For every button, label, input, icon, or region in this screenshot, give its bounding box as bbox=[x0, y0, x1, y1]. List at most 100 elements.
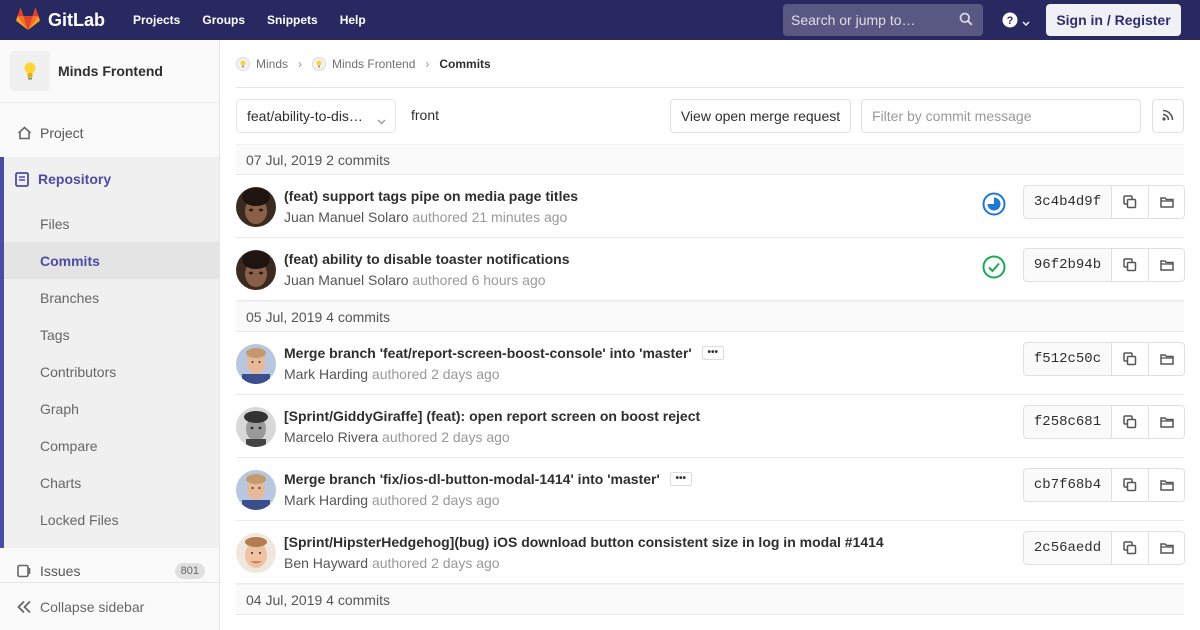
copy-sha-button[interactable] bbox=[1112, 468, 1149, 502]
commit-meta: Mark Harding authored 2 days ago bbox=[284, 492, 500, 508]
commit-title[interactable]: Merge branch 'fix/ios-dl-button-modal-14… bbox=[284, 471, 692, 487]
help-dropdown[interactable]: ? bbox=[1002, 12, 1030, 31]
path-label: front bbox=[411, 107, 440, 123]
copy-sha-button[interactable] bbox=[1112, 185, 1149, 219]
chevron-down-icon bbox=[1022, 14, 1030, 30]
browse-files-button[interactable] bbox=[1149, 248, 1185, 282]
commit-title[interactable]: [Sprint/GiddyGiraffe] (feat): open repor… bbox=[284, 408, 700, 424]
expand-message-button[interactable]: ••• bbox=[669, 472, 692, 486]
commit-title-text: (feat) ability to disable toaster notifi… bbox=[284, 251, 570, 267]
sidebar-item-branches[interactable]: Branches bbox=[4, 279, 219, 316]
commit-author[interactable]: Juan Manuel Solaro bbox=[284, 209, 409, 225]
nav-groups[interactable]: Groups bbox=[202, 13, 245, 27]
rss-icon bbox=[1162, 108, 1174, 124]
author-avatar[interactable] bbox=[236, 250, 276, 290]
sidebar-item-tags[interactable]: Tags bbox=[4, 316, 219, 353]
search-input[interactable]: Search or jump to… bbox=[783, 4, 983, 36]
author-avatar[interactable] bbox=[236, 187, 276, 227]
commit-sha[interactable]: 96f2b94b bbox=[1023, 248, 1112, 282]
commit-sha[interactable]: 3c4b4d9f bbox=[1023, 185, 1112, 219]
nav-snippets[interactable]: Snippets bbox=[267, 13, 318, 27]
breadcrumb-group[interactable]: Minds bbox=[236, 56, 288, 71]
commit-sha[interactable]: f258c681 bbox=[1023, 405, 1112, 439]
pipeline-status-running-icon[interactable] bbox=[982, 192, 1006, 216]
copy-sha-button[interactable] bbox=[1112, 248, 1149, 282]
commit-title-text: Merge branch 'feat/report-screen-boost-c… bbox=[284, 345, 692, 361]
collapse-sidebar-button[interactable]: Collapse sidebar bbox=[0, 582, 219, 630]
breadcrumb-project[interactable]: Minds Frontend bbox=[312, 56, 416, 71]
commit-meta: Ben Hayward authored 2 days ago bbox=[284, 555, 500, 571]
breadcrumb-project-label: Minds Frontend bbox=[332, 56, 416, 71]
commit-author[interactable]: Juan Manuel Solaro bbox=[284, 272, 409, 288]
author-avatar[interactable] bbox=[236, 344, 276, 384]
top-navbar: GitLab Projects Groups Snippets Help Sea… bbox=[0, 0, 1200, 40]
sidebar-project-header[interactable]: Minds Frontend bbox=[0, 40, 219, 103]
commit-sha-group: f258c681 bbox=[1023, 405, 1185, 439]
browse-files-button[interactable] bbox=[1149, 531, 1185, 565]
sidebar-item-locked-files[interactable]: Locked Files bbox=[4, 501, 219, 538]
day-header: 07 Jul, 2019 2 commits bbox=[236, 144, 1184, 175]
author-avatar[interactable] bbox=[236, 533, 276, 573]
breadcrumb-current[interactable]: Commits bbox=[439, 57, 490, 71]
sidebar-item-commits[interactable]: Commits bbox=[4, 242, 219, 279]
author-avatar[interactable] bbox=[236, 470, 276, 510]
sidebar-item-files[interactable]: Files bbox=[4, 205, 219, 242]
copy-icon bbox=[1123, 541, 1137, 555]
view-merge-request-button[interactable]: View open merge request bbox=[670, 99, 851, 133]
project-name: Minds Frontend bbox=[58, 63, 163, 79]
commit-author[interactable]: Mark Harding bbox=[284, 366, 368, 382]
folder-open-icon bbox=[1159, 479, 1174, 491]
commit-author[interactable]: Ben Hayward bbox=[284, 555, 368, 571]
commit-author[interactable]: Mark Harding bbox=[284, 492, 368, 508]
book-icon bbox=[15, 171, 29, 187]
sidebar-item-charts[interactable]: Charts bbox=[4, 464, 219, 501]
brand[interactable]: GitLab bbox=[16, 7, 105, 33]
browse-files-button[interactable] bbox=[1149, 342, 1185, 376]
search-icon bbox=[959, 12, 973, 29]
rss-button[interactable] bbox=[1152, 99, 1184, 133]
commit-sha[interactable]: f512c50c bbox=[1023, 342, 1112, 376]
commit-row: Merge branch 'fix/ios-dl-button-modal-14… bbox=[236, 458, 1185, 521]
commit-filter-input[interactable] bbox=[861, 99, 1141, 133]
nav-projects[interactable]: Projects bbox=[133, 13, 180, 27]
sidebar-item-compare[interactable]: Compare bbox=[4, 427, 219, 464]
main-content: Minds › Minds Frontend › Commits feat/ab… bbox=[236, 40, 1185, 615]
sign-in-button[interactable]: Sign in / Register bbox=[1046, 4, 1181, 36]
gitlab-logo-icon bbox=[16, 7, 40, 33]
author-avatar[interactable] bbox=[236, 407, 276, 447]
commit-title[interactable]: (feat) support tags pipe on media page t… bbox=[284, 188, 578, 204]
folder-open-icon bbox=[1159, 259, 1174, 271]
commit-sha[interactable]: 2c56aedd bbox=[1023, 531, 1112, 565]
project-mini-avatar bbox=[312, 56, 327, 71]
copy-sha-button[interactable] bbox=[1112, 405, 1149, 439]
question-circle-icon: ? bbox=[1002, 12, 1018, 31]
sidebar-item-label: Issues bbox=[40, 563, 81, 579]
copy-sha-button[interactable] bbox=[1112, 531, 1149, 565]
folder-open-icon bbox=[1159, 416, 1174, 428]
sidebar-item-contributors[interactable]: Contributors bbox=[4, 353, 219, 390]
commit-authored: authored 21 minutes ago bbox=[412, 209, 568, 225]
commit-author[interactable]: Marcelo Rivera bbox=[284, 429, 378, 445]
nav-links: Projects Groups Snippets Help bbox=[133, 13, 388, 27]
expand-message-button[interactable]: ••• bbox=[701, 346, 724, 360]
browse-files-button[interactable] bbox=[1149, 468, 1185, 502]
sidebar-item-graph[interactable]: Graph bbox=[4, 390, 219, 427]
nav-help[interactable]: Help bbox=[340, 13, 366, 27]
sidebar-item-project[interactable]: Project bbox=[0, 113, 219, 152]
sidebar-item-label: Project bbox=[40, 124, 84, 141]
sidebar-item-repository[interactable]: Repository bbox=[4, 157, 219, 201]
commit-row: (feat) ability to disable toaster notifi… bbox=[236, 238, 1185, 301]
copy-icon bbox=[1123, 352, 1137, 366]
pipeline-status-passed-icon[interactable] bbox=[982, 255, 1006, 279]
copy-sha-button[interactable] bbox=[1112, 342, 1149, 376]
commit-meta: Mark Harding authored 2 days ago bbox=[284, 366, 500, 382]
browse-files-button[interactable] bbox=[1149, 405, 1185, 439]
branch-select[interactable]: feat/ability-to-dis… bbox=[236, 99, 396, 133]
sidebar: Minds Frontend Project Repository Files … bbox=[0, 40, 220, 630]
commit-title[interactable]: (feat) ability to disable toaster notifi… bbox=[284, 251, 569, 267]
commit-title[interactable]: [Sprint/HipsterHedgehog](bug) iOS downlo… bbox=[284, 534, 884, 550]
commit-sha[interactable]: cb7f68b4 bbox=[1023, 468, 1112, 502]
browse-files-button[interactable] bbox=[1149, 185, 1185, 219]
commit-title[interactable]: Merge branch 'feat/report-screen-boost-c… bbox=[284, 345, 724, 361]
copy-icon bbox=[1123, 478, 1137, 492]
